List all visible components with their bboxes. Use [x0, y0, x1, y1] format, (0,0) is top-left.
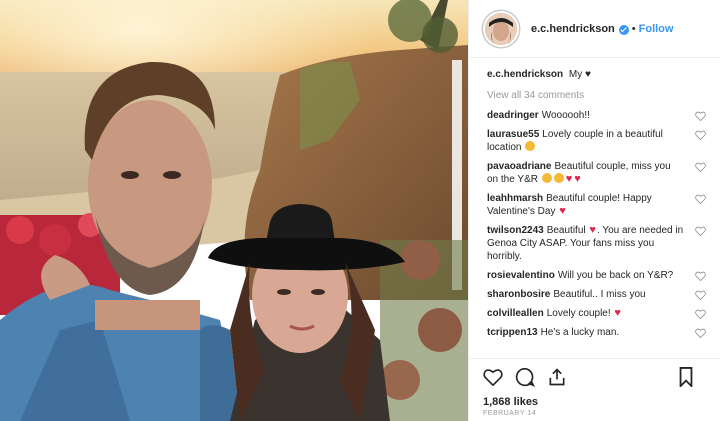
comment-username[interactable]: sharonbosire [487, 289, 550, 300]
heart-icon[interactable] [695, 290, 706, 300]
comment-username[interactable]: tcrippen13 [487, 327, 538, 338]
separator-dot: • [631, 22, 636, 35]
instagram-post: e.c.hendrickson • Follow e.c.hendrickson… [0, 0, 720, 421]
comment-username[interactable]: deadringer [487, 110, 539, 121]
comment-item: twilson2243 Beautiful ♥. You are needed i… [487, 224, 706, 263]
likes-count[interactable]: 1,868 likes [469, 394, 720, 410]
comment-username[interactable]: laurasue55 [487, 129, 539, 140]
heart-icon[interactable] [695, 226, 706, 236]
comment-username[interactable]: twilson2243 [487, 225, 544, 236]
share-icon[interactable] [547, 367, 567, 387]
comment-text: Beautiful [546, 225, 586, 236]
avatar[interactable] [483, 10, 519, 47]
verified-icon [618, 24, 629, 35]
post-date: FEBRUARY 14 [483, 410, 537, 417]
comments-section: e.c.hendrickson My ♥ View all 34 comment… [469, 58, 720, 358]
heart-icon[interactable] [695, 328, 706, 338]
comment-item: rosievalentino Will you be back on Y&R? [487, 269, 706, 282]
comment-username[interactable]: colvilleallen [487, 308, 544, 319]
comment-username[interactable]: rosievalentino [487, 270, 555, 281]
couple-selfie-image [0, 0, 468, 421]
header-username[interactable]: e.c.hendrickson [531, 23, 615, 35]
comment-username[interactable]: pavaoadriane [487, 161, 551, 172]
follow-button[interactable]: Follow [639, 23, 674, 35]
caption-username[interactable]: e.c.hendrickson [487, 69, 563, 80]
heart-icon[interactable] [695, 162, 706, 172]
post-actions [469, 358, 720, 394]
comment-item: colvilleallen Lovely couple! ♥ [487, 307, 706, 320]
smile-emoji-icon [553, 173, 564, 183]
comment-item: laurasue55 Lovely couple in a beautiful l… [487, 128, 706, 154]
comment-text: Woooooh!! [541, 110, 590, 121]
comment-item: pavaoadriane Beautiful couple, miss you o… [487, 160, 706, 186]
heart-icon[interactable] [695, 130, 706, 140]
comment-item: tcrippen13 He's a lucky man. [487, 326, 706, 339]
heart-icon[interactable] [695, 194, 706, 204]
red-heart-icon: ♥ [559, 205, 566, 217]
post-sidebar: e.c.hendrickson • Follow e.c.hendrickson… [468, 0, 720, 421]
red-heart-icon: ♥ [574, 173, 581, 185]
view-all-comments-link[interactable]: View all 34 comments [487, 90, 706, 101]
comment-icon[interactable] [515, 367, 535, 387]
post-header: e.c.hendrickson • Follow [469, 0, 720, 58]
bookmark-icon[interactable] [678, 367, 694, 387]
comment-item: deadringer Woooooh!! [487, 109, 706, 122]
comment-text: He's a lucky man. [540, 327, 620, 338]
avatar-image [485, 12, 517, 45]
red-heart-icon: ♥ [614, 307, 621, 319]
comment-text: Will you be back on Y&R? [557, 270, 674, 281]
heart-icon[interactable] [695, 309, 706, 319]
heart-icon[interactable] [695, 271, 706, 281]
smile-emoji-icon [541, 173, 552, 183]
comment-username[interactable]: leahhmarsh [487, 193, 543, 204]
red-heart-icon: ♥ [589, 224, 596, 236]
comment-text: Beautiful.. I miss you [553, 289, 646, 300]
heart-icon[interactable] [483, 368, 503, 386]
red-heart-icon: ♥ [565, 173, 573, 185]
heart-eyes-emoji-icon [525, 141, 536, 151]
post-caption: e.c.hendrickson My ♥ [487, 68, 706, 81]
caption-text: My ♥ [568, 69, 591, 80]
comment-item: leahhmarsh Beautiful couple! Happy Valent… [487, 192, 706, 218]
post-photo[interactable] [0, 0, 468, 421]
comment-text: Lovely couple! [546, 308, 611, 319]
comment-item: sharonbosire Beautiful.. I miss you [487, 288, 706, 301]
heart-icon[interactable] [695, 111, 706, 121]
